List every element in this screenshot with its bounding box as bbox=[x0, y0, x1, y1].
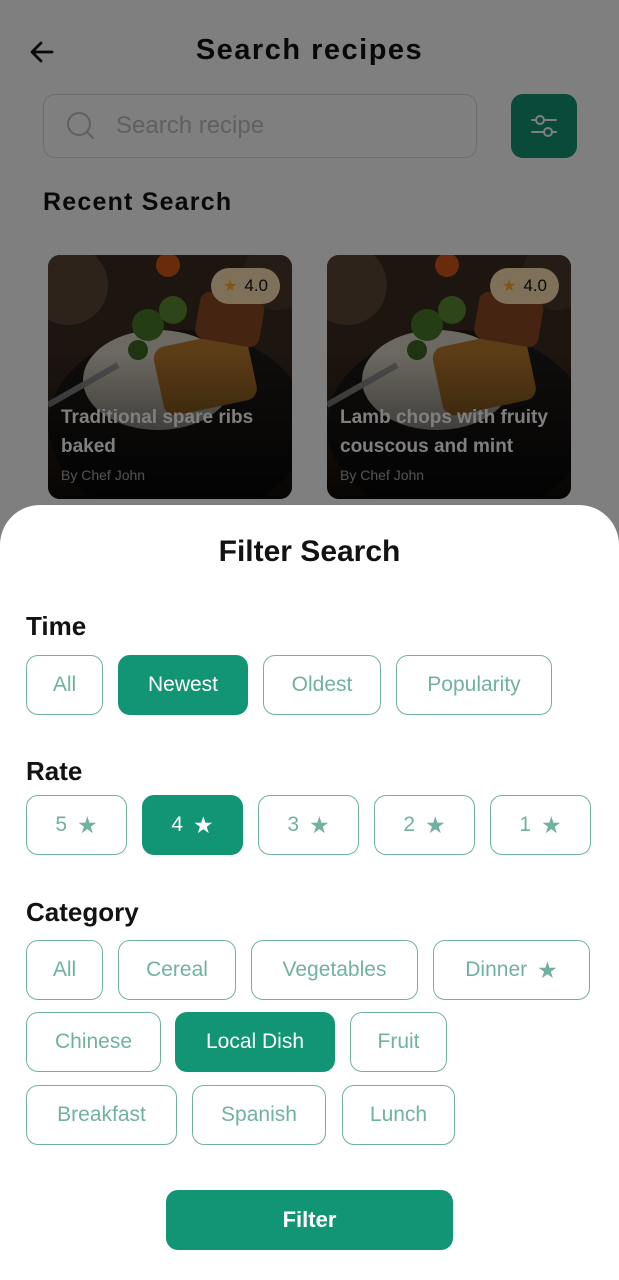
chip-label: Spanish bbox=[221, 1103, 297, 1126]
chip-label: Popularity bbox=[427, 673, 521, 696]
chip-label: 5 bbox=[55, 813, 68, 836]
chip-label: Breakfast bbox=[57, 1103, 146, 1126]
time-option-oldest[interactable]: Oldest bbox=[263, 655, 381, 715]
chip-label: Dinner bbox=[465, 958, 528, 981]
category-option-spanish[interactable]: Spanish bbox=[192, 1085, 326, 1145]
chip-label: All bbox=[52, 958, 77, 981]
category-option-local-dish[interactable]: Local Dish bbox=[175, 1012, 335, 1072]
category-option-fruit[interactable]: Fruit bbox=[350, 1012, 447, 1072]
filter-apply-button[interactable]: Filter bbox=[166, 1190, 453, 1250]
chip-label: All bbox=[52, 673, 77, 696]
time-label: Time bbox=[26, 611, 87, 641]
rate-label: Rate bbox=[26, 756, 83, 786]
chip-label: Fruit bbox=[377, 1030, 420, 1053]
star-icon: ★ bbox=[541, 811, 562, 838]
category-option-cereal[interactable]: Cereal bbox=[118, 940, 236, 1000]
star-icon: ★ bbox=[537, 956, 558, 983]
chip-label: Chinese bbox=[54, 1030, 133, 1053]
filter-sheet: Filter Search Time All Newest Oldest Pop… bbox=[0, 505, 619, 1280]
chip-label: Lunch bbox=[369, 1103, 428, 1126]
category-option-all[interactable]: All bbox=[26, 940, 103, 1000]
chip-label: 4 bbox=[171, 813, 184, 836]
time-option-popularity[interactable]: Popularity bbox=[396, 655, 552, 715]
chip-label: Vegetables bbox=[282, 958, 387, 981]
category-label: Category bbox=[26, 897, 139, 927]
category-option-vegetables[interactable]: Vegetables bbox=[251, 940, 418, 1000]
star-icon: ★ bbox=[193, 811, 214, 838]
chip-label: 1 bbox=[519, 813, 532, 836]
rate-option-3[interactable]: 3 ★ bbox=[258, 795, 359, 855]
star-icon: ★ bbox=[77, 811, 98, 838]
star-icon: ★ bbox=[425, 811, 446, 838]
rate-option-2[interactable]: 2 ★ bbox=[374, 795, 475, 855]
chip-label: Cereal bbox=[146, 958, 208, 981]
rate-option-5[interactable]: 5 ★ bbox=[26, 795, 127, 855]
filter-sheet-title: Filter Search bbox=[218, 535, 401, 568]
time-option-newest[interactable]: Newest bbox=[118, 655, 248, 715]
time-option-all[interactable]: All bbox=[26, 655, 103, 715]
chip-label: 2 bbox=[403, 813, 416, 836]
chip-label: Oldest bbox=[291, 673, 353, 696]
category-option-chinese[interactable]: Chinese bbox=[26, 1012, 161, 1072]
chip-label: Newest bbox=[147, 673, 219, 696]
chip-label: Local Dish bbox=[205, 1030, 305, 1053]
chip-label: 3 bbox=[287, 813, 300, 836]
category-option-lunch[interactable]: Lunch bbox=[342, 1085, 455, 1145]
rate-option-1[interactable]: 1 ★ bbox=[490, 795, 591, 855]
star-icon: ★ bbox=[309, 811, 330, 838]
category-option-breakfast[interactable]: Breakfast bbox=[26, 1085, 177, 1145]
category-option-dinner[interactable]: Dinner ★ bbox=[433, 940, 590, 1000]
rate-option-4[interactable]: 4 ★ bbox=[142, 795, 243, 855]
